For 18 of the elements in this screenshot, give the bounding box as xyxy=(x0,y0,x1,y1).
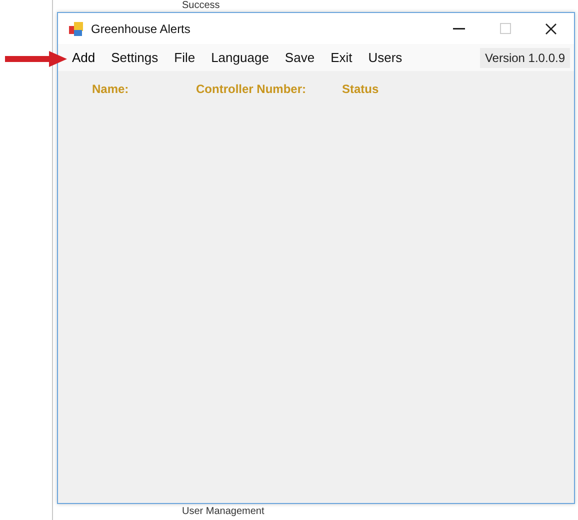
maximize-icon xyxy=(500,23,510,34)
document-text: Success xyxy=(182,0,220,11)
menu-item[interactable]: File xyxy=(166,46,204,68)
app-icon xyxy=(68,20,84,36)
menu-item[interactable]: Exit xyxy=(322,46,360,68)
menu-item[interactable]: Language xyxy=(203,46,277,68)
menu-item[interactable]: Users xyxy=(360,46,410,68)
document-text: User Management xyxy=(182,506,264,518)
close-icon xyxy=(545,22,557,34)
column-header: Controller Number: xyxy=(196,81,308,98)
column-header: Status xyxy=(342,81,379,98)
menu-item[interactable]: Settings xyxy=(103,46,166,68)
window-title: Greenhouse Alerts xyxy=(91,20,190,38)
column-header: Name: xyxy=(92,81,130,98)
menu-item[interactable]: Save xyxy=(276,46,323,68)
menu-item[interactable]: Add xyxy=(64,46,104,68)
minimize-icon xyxy=(453,28,465,30)
version-label: Version 1.0.0.9 xyxy=(480,48,570,68)
